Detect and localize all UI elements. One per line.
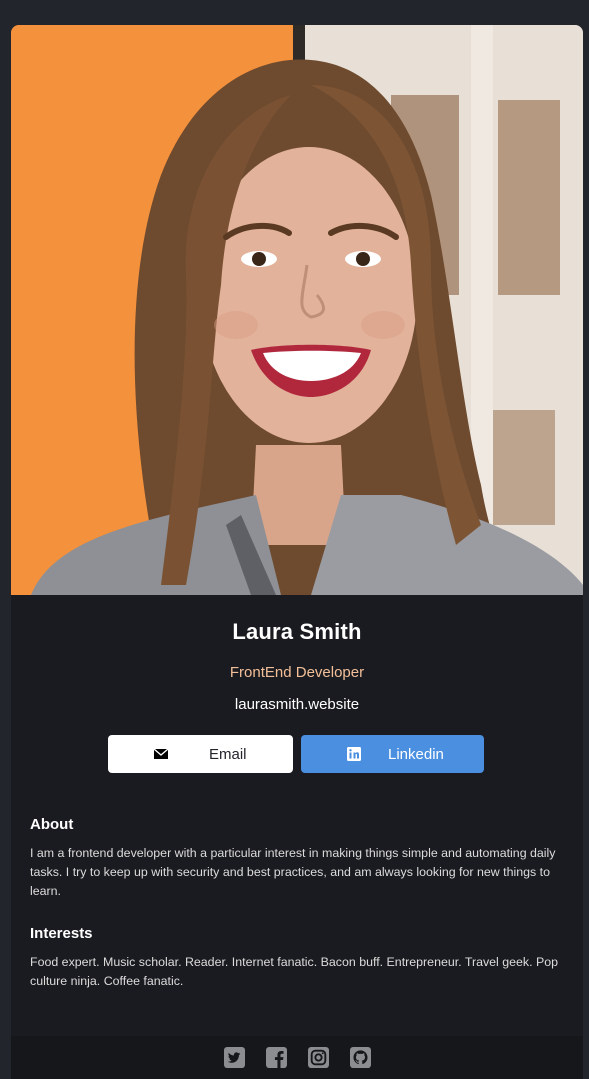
email-button-label: Email	[209, 745, 247, 763]
linkedin-button-label: Linkedin	[388, 745, 444, 763]
facebook-icon[interactable]	[265, 1047, 287, 1068]
profile-role: FrontEnd Developer	[229, 664, 365, 681]
interests-section: Interests Food expert. Music scholar. Re…	[11, 925, 583, 991]
about-text: I am a frontend developer with a particu…	[30, 846, 556, 898]
profile-name: Laura Smith	[232, 619, 362, 644]
instagram-icon[interactable]	[307, 1047, 329, 1068]
portrait-illustration	[11, 25, 583, 595]
profile-photo	[11, 25, 583, 595]
about-heading: About	[30, 816, 74, 833]
action-buttons: Email Linkedin	[11, 735, 583, 775]
profile-website-link[interactable]: laurasmith.website	[11, 696, 583, 713]
interests-heading: Interests	[30, 925, 93, 942]
about-section: About I am a frontend developer with a p…	[11, 816, 583, 901]
linkedin-button[interactable]: Linkedin	[301, 735, 484, 773]
social-footer	[11, 1036, 583, 1079]
github-icon[interactable]	[349, 1047, 371, 1068]
interests-text: Food expert. Music scholar. Reader. Inte…	[30, 955, 559, 988]
twitter-icon[interactable]	[223, 1047, 245, 1068]
email-button[interactable]: Email	[108, 735, 293, 773]
profile-card: Laura Smith FrontEnd Developer laurasmit…	[11, 25, 583, 1079]
